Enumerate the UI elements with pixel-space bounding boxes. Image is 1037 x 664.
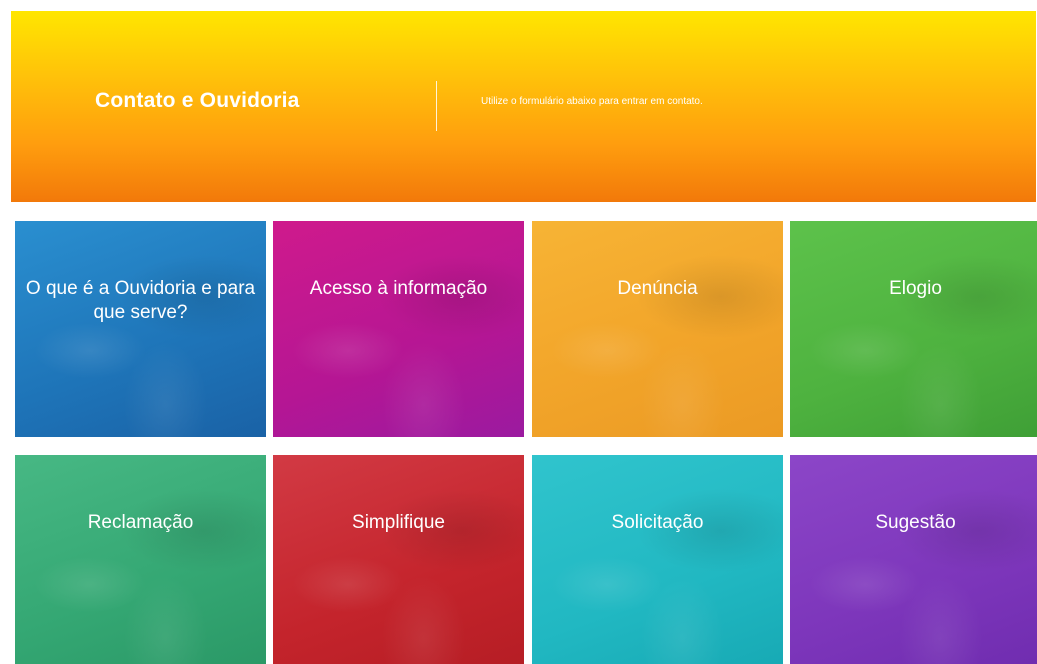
category-grid: O que é a Ouvidoria e para que serve? Ac… [15,221,1037,664]
card-label: Solicitação [611,512,704,533]
card-reclamacao[interactable]: Reclamação [15,455,266,664]
page-title: Contato e Ouvidoria [95,89,300,112]
card-simplifique[interactable]: Simplifique [273,455,524,664]
card-label: Denúncia [617,278,698,299]
card-elogio[interactable]: Elogio [790,221,1037,437]
card-background-image [273,455,524,664]
card-label: Elogio [889,278,942,299]
card-background-image [15,221,266,437]
card-label: Reclamação [87,512,194,533]
card-background-image [273,221,524,437]
card-background-image [790,221,1037,437]
header-divider [436,81,437,131]
card-sugestao[interactable]: Sugestão [790,455,1037,664]
page-subtitle: Utilize o formulário abaixo para entrar … [481,96,703,107]
page: Contato e Ouvidoria Utilize o formulário… [0,0,1037,664]
header-banner: Contato e Ouvidoria Utilize o formulário… [11,11,1036,202]
card-denuncia[interactable]: Denúncia [532,221,783,437]
card-label: O que é a Ouvidoria e para que serve? [25,278,256,323]
card-label: Acesso à informação [309,278,488,299]
card-background-image [532,221,783,437]
card-acesso-informacao[interactable]: Acesso à informação [273,221,524,437]
card-background-image [532,455,783,664]
card-background-image [15,455,266,664]
card-ouvidoria-info[interactable]: O que é a Ouvidoria e para que serve? [15,221,266,437]
card-label: Simplifique [352,512,445,533]
card-background-image [790,455,1037,664]
card-label: Sugestão [875,512,956,533]
card-solicitacao[interactable]: Solicitação [532,455,783,664]
